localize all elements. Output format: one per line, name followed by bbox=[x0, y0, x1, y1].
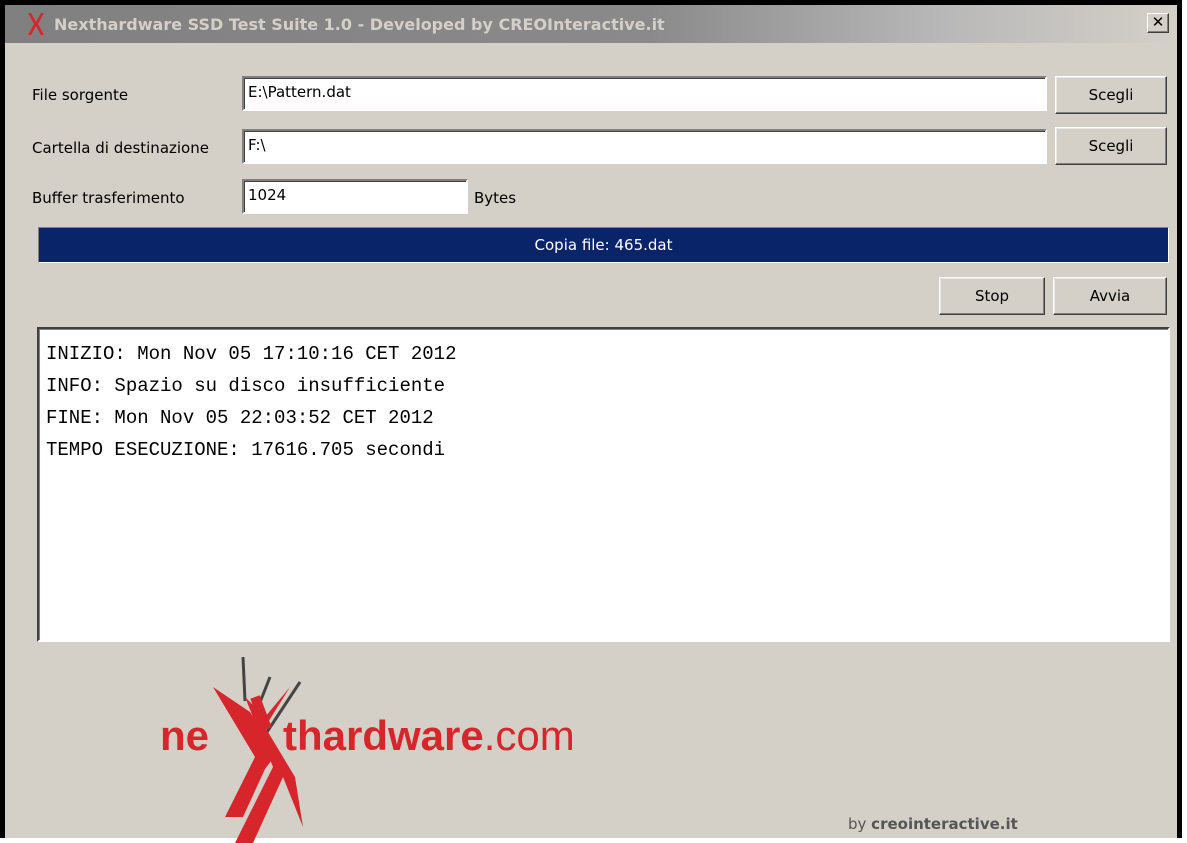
window-title: Nexthardware SSD Test Suite 1.0 - Develo… bbox=[54, 15, 665, 34]
log-line: FINE: Mon Nov 05 22:03:52 CET 2012 bbox=[46, 407, 434, 429]
destination-folder-label: Cartella di destinazione bbox=[32, 139, 209, 157]
log-line: INFO: Spazio su disco insufficiente bbox=[46, 375, 446, 397]
close-button[interactable]: ✕ bbox=[1147, 13, 1169, 33]
destination-folder-input[interactable]: F:\ bbox=[242, 129, 1047, 164]
byline-brand: creointeractive.it bbox=[871, 815, 1018, 833]
buffer-unit-label: Bytes bbox=[474, 189, 517, 207]
title-bar[interactable]: Nexthardware SSD Test Suite 1.0 - Develo… bbox=[5, 5, 1177, 43]
source-file-input[interactable]: E:\Pattern.dat bbox=[242, 76, 1047, 111]
buffer-label: Buffer trasferimento bbox=[32, 189, 185, 207]
progress-text: Copia file: 465.dat bbox=[534, 236, 673, 254]
byline-prefix: by bbox=[848, 815, 872, 833]
source-file-label: File sorgente bbox=[32, 86, 129, 104]
logo-text-main: thardware.com bbox=[283, 712, 575, 760]
progress-bar: Copia file: 465.dat bbox=[38, 227, 1169, 263]
start-button[interactable]: Avvia bbox=[1053, 277, 1167, 315]
log-line: INIZIO: Mon Nov 05 17:10:16 CET 2012 bbox=[46, 343, 457, 365]
buffer-size-input[interactable]: 1024 bbox=[242, 179, 468, 214]
app-window: Nexthardware SSD Test Suite 1.0 - Develo… bbox=[0, 0, 1182, 843]
logo-text-prefix: ne bbox=[160, 712, 210, 759]
logo-text-name: thardware bbox=[283, 712, 484, 759]
log-line: TEMPO ESECUZIONE: 17616.705 secondi bbox=[46, 439, 446, 461]
stop-button[interactable]: Stop bbox=[939, 277, 1045, 315]
log-output[interactable]: INIZIO: Mon Nov 05 17:10:16 CET 2012 INF… bbox=[37, 327, 1170, 642]
creointeractive-byline: by creointeractive.it bbox=[848, 815, 1018, 833]
app-x-icon bbox=[28, 13, 44, 35]
choose-destination-button[interactable]: Scegli bbox=[1055, 127, 1167, 165]
logo-text-domain: .com bbox=[483, 712, 575, 759]
choose-source-button[interactable]: Scegli bbox=[1055, 76, 1167, 114]
nexthardware-logo: ne thardware.com bbox=[150, 657, 600, 843]
